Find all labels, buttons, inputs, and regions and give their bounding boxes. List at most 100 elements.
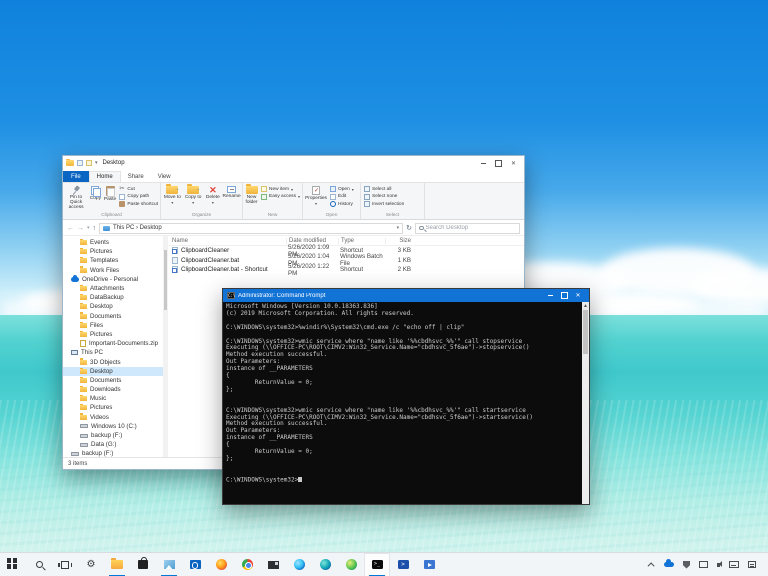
taskbar-edge-beta-button[interactable] xyxy=(312,553,338,576)
taskbar-edge-button[interactable] xyxy=(286,553,312,576)
minimize-button[interactable] xyxy=(543,289,557,302)
delete-button[interactable]: ✕ Delete ▾ xyxy=(203,184,222,204)
sidebar-item-backup-f-network[interactable]: backup (F:) xyxy=(63,449,163,457)
maximize-button[interactable] xyxy=(557,289,571,302)
tab-view[interactable]: View xyxy=(151,172,178,182)
sidebar-item-documents[interactable]: Documents xyxy=(63,376,163,385)
column-header-type[interactable]: Type xyxy=(338,237,385,244)
column-header-date-modified[interactable]: Date modified xyxy=(286,237,338,244)
sidebar-item-3d-objects[interactable]: 3D Objects xyxy=(63,357,163,366)
action-center-icon[interactable] xyxy=(748,561,756,568)
taskbar-search-button[interactable] xyxy=(26,553,52,576)
sidebar-item-pictures[interactable]: Pictures xyxy=(63,247,163,256)
properties-button[interactable]: Properties▾ xyxy=(304,184,328,205)
file-row-clipboardcleaner-bat-shortcut[interactable]: ClipboardCleaner.bat - Shortcut 5/26/202… xyxy=(168,263,524,277)
taskbar-store-button[interactable] xyxy=(130,553,156,576)
sidebar-item-templates[interactable]: Templates xyxy=(63,256,163,265)
cmd-titlebar[interactable]: C:\ Administrator: Command Prompt xyxy=(223,289,589,302)
start-button[interactable] xyxy=(0,553,26,576)
sidebar-item-this-pc[interactable]: This PC xyxy=(63,348,163,357)
address-box[interactable]: This PC › Desktop ▾ xyxy=(99,222,404,234)
sidebar-item-documents-onedrive[interactable]: Documents xyxy=(63,312,163,321)
customize-qat-chevron-icon[interactable]: ▾ xyxy=(95,160,98,166)
back-button[interactable]: ← xyxy=(67,225,74,232)
paste-button[interactable]: Paste xyxy=(103,184,118,202)
select-all-button[interactable]: Select all xyxy=(364,186,404,192)
file-row-clipboardcleaner-bat[interactable]: ClipboardCleaner.bat 5/26/2020 1:04 PM W… xyxy=(168,253,524,267)
forward-button[interactable]: → xyxy=(77,225,84,232)
tab-share[interactable]: Share xyxy=(121,172,151,182)
volume-icon[interactable] xyxy=(717,561,722,567)
security-shield-icon[interactable] xyxy=(683,560,690,569)
taskbar-edge-canary-button[interactable] xyxy=(338,553,364,576)
sidebar-item-music[interactable]: Music xyxy=(63,394,163,403)
display-tray-icon[interactable] xyxy=(699,561,708,568)
taskbar-command-prompt-button[interactable]: >_ xyxy=(364,552,390,576)
sidebar-item-attachments[interactable]: Attachments xyxy=(63,284,163,293)
hidden-icons-chevron-icon[interactable] xyxy=(647,562,655,570)
paste-shortcut-button[interactable]: Paste shortcut xyxy=(119,201,158,207)
taskbar-settings-button[interactable]: ⚙ xyxy=(78,553,104,576)
console-output[interactable]: Microsoft Windows [Version 10.0.18363.83… xyxy=(223,302,582,504)
sidebar-item-windows-10-c[interactable]: Windows 10 (C:) xyxy=(63,422,163,431)
new-item-button[interactable]: New item ▾ xyxy=(261,186,300,192)
taskbar-powershell-button[interactable]: > xyxy=(390,553,416,576)
maximize-button[interactable] xyxy=(491,156,506,170)
copy-to-button[interactable]: Copy to▾ xyxy=(183,183,204,204)
history-button[interactable]: History xyxy=(330,201,354,207)
task-view-button[interactable] xyxy=(52,553,78,576)
sidebar-item-pictures-pc[interactable]: Pictures xyxy=(63,403,163,412)
close-button[interactable] xyxy=(506,156,521,170)
new-folder-button[interactable]: New folder xyxy=(244,183,259,205)
sidebar-item-data-g[interactable]: Data (G:) xyxy=(63,440,163,449)
easy-access-button[interactable]: Easy access ▾ xyxy=(261,193,300,200)
taskbar-movies-tv-button[interactable] xyxy=(416,553,442,576)
scroll-up-arrow-icon[interactable]: ▲ xyxy=(583,303,588,309)
cut-button[interactable]: ✂ Cut xyxy=(119,186,158,192)
onedrive-tray-icon[interactable] xyxy=(664,559,674,568)
select-none-button[interactable]: Select none xyxy=(364,193,404,200)
sidebar-item-downloads[interactable]: Downloads xyxy=(63,385,163,394)
taskbar-photos-button[interactable] xyxy=(156,553,182,576)
search-box[interactable] xyxy=(415,222,520,234)
sidebar-item-pictures-onedrive[interactable]: Pictures xyxy=(63,330,163,339)
close-button[interactable] xyxy=(571,289,585,302)
recent-locations-chevron-icon[interactable]: ▾ xyxy=(87,225,90,231)
sidebar-item-events[interactable]: Events xyxy=(63,238,163,247)
column-header-size[interactable]: Size xyxy=(385,237,413,244)
taskbar-firefox-button[interactable] xyxy=(208,553,234,576)
touch-keyboard-icon[interactable] xyxy=(729,561,739,568)
taskbar-chrome-button[interactable] xyxy=(234,553,260,576)
sidebar-item-desktop[interactable]: Desktop xyxy=(63,366,163,376)
quick-access-toolbar-icon[interactable] xyxy=(86,160,92,166)
refresh-icon[interactable]: ↻ xyxy=(406,224,412,232)
sidebar-item-databackup[interactable]: DataBackup xyxy=(63,293,163,302)
search-input[interactable] xyxy=(425,225,516,231)
cmd-scrollbar[interactable]: ▲ xyxy=(582,302,589,504)
sidebar-item-files[interactable]: Files xyxy=(63,321,163,330)
explorer-titlebar[interactable]: ▾ Desktop xyxy=(63,156,524,170)
column-header-name[interactable]: Name xyxy=(168,238,286,244)
sidebar-item-backup-f[interactable]: backup (F:) xyxy=(63,431,163,440)
invert-selection-button[interactable]: Invert selection xyxy=(364,201,404,207)
taskbar-screen-sketch-button[interactable] xyxy=(260,553,286,576)
sidebar-item-important-documents-zip[interactable]: Important-Documents.zip xyxy=(63,339,163,348)
pin-to-quick-access-button[interactable]: Pin to Quick access xyxy=(64,184,88,210)
tab-file[interactable]: File xyxy=(63,171,89,182)
sidebar-item-onedrive[interactable]: OneDrive - Personal xyxy=(63,275,163,284)
taskbar-outlook-button[interactable] xyxy=(182,553,208,576)
copy-button[interactable]: Copy xyxy=(88,184,103,201)
scrollbar-thumb[interactable] xyxy=(583,310,588,354)
copy-path-button[interactable]: Copy path xyxy=(119,193,158,200)
breadcrumb[interactable]: This PC › Desktop xyxy=(113,225,394,231)
edit-button[interactable]: Edit xyxy=(330,193,354,200)
tab-home[interactable]: Home xyxy=(88,171,121,182)
open-button[interactable]: Open ▾ xyxy=(330,186,354,192)
minimize-button[interactable] xyxy=(476,156,491,170)
rename-button[interactable]: Rename xyxy=(222,184,241,199)
address-dropdown-chevron-icon[interactable]: ▾ xyxy=(397,225,400,231)
move-to-button[interactable]: Move to▾ xyxy=(162,183,183,204)
sidebar-item-desktop-onedrive[interactable]: Desktop xyxy=(63,302,163,311)
sidebar-item-work-files[interactable]: Work Files xyxy=(63,266,163,275)
taskbar-file-explorer-button[interactable] xyxy=(104,553,130,576)
